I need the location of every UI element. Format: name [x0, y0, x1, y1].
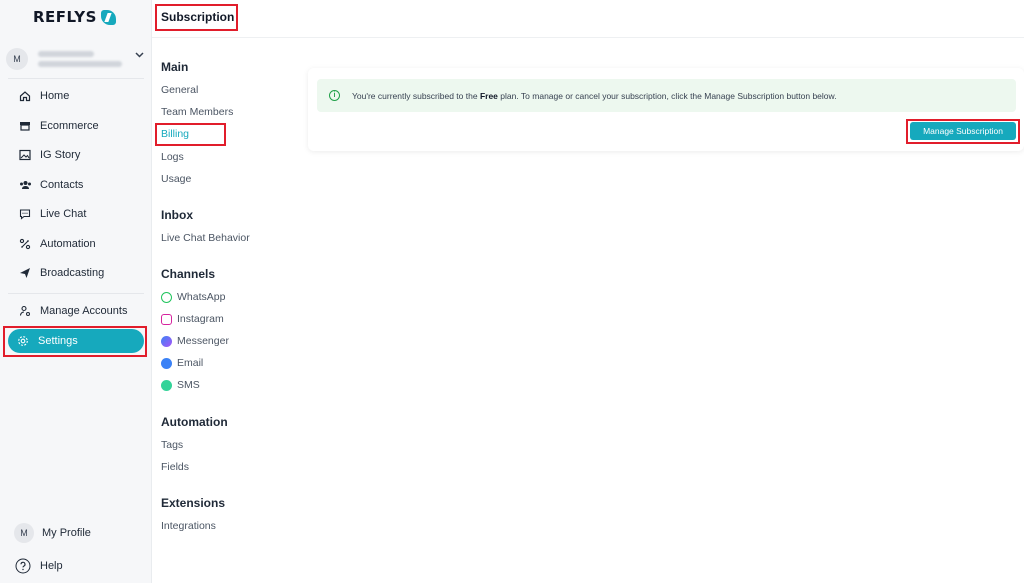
settings-item-team-members[interactable]: Team Members	[161, 106, 233, 118]
settings-item-general[interactable]: General	[161, 84, 198, 96]
sidebar-item-automation[interactable]: Automation	[10, 232, 146, 256]
sidebar-item-label: Contacts	[40, 179, 84, 191]
settings-item-messenger[interactable]: Messenger	[161, 335, 229, 347]
instagram-icon	[161, 313, 172, 325]
sidebar-item-label: Help	[40, 560, 63, 572]
section-title-main: Main	[161, 60, 189, 74]
sidebar-item-my-profile[interactable]: M My Profile	[10, 521, 146, 545]
section-title-channels: Channels	[161, 267, 216, 281]
avatar: M	[6, 48, 28, 70]
sidebar-item-label: My Profile	[42, 527, 91, 539]
account-switcher[interactable]: M	[4, 42, 148, 76]
settings-item-whatsapp[interactable]: WhatsApp	[161, 291, 225, 303]
section-title-inbox: Inbox	[161, 208, 193, 222]
sidebar-item-ecommerce[interactable]: Ecommerce	[10, 114, 146, 138]
help-icon	[14, 557, 32, 575]
settings-item-label: Messenger	[177, 335, 229, 347]
settings-item-tags[interactable]: Tags	[161, 439, 183, 451]
highlight-box	[155, 123, 226, 146]
messenger-icon	[161, 335, 172, 347]
divider	[8, 293, 144, 294]
sidebar-item-label: Home	[40, 90, 70, 102]
image-icon	[18, 148, 32, 162]
sidebar-item-broadcasting[interactable]: Broadcasting	[10, 261, 146, 285]
settings-item-integrations[interactable]: Integrations	[161, 520, 216, 532]
chevron-down-icon[interactable]	[135, 52, 144, 58]
sms-icon	[161, 379, 172, 391]
settings-item-sms[interactable]: SMS	[161, 379, 200, 391]
account-name-redacted	[38, 51, 122, 67]
highlight-box	[3, 326, 147, 357]
settings-item-email[interactable]: Email	[161, 357, 203, 369]
sidebar-item-manage-accounts[interactable]: Manage Accounts	[10, 299, 146, 323]
sidebar-item-ig-story[interactable]: IG Story	[10, 143, 146, 167]
plan-name: Free	[479, 90, 498, 101]
whatsapp-icon	[161, 291, 172, 303]
subscription-alert: i You're currently subscribed to the Fre…	[317, 79, 1016, 112]
sidebar-item-help[interactable]: Help	[10, 554, 146, 578]
sidebar-item-label: IG Story	[40, 149, 81, 161]
settings-item-label: WhatsApp	[177, 291, 226, 303]
divider	[8, 78, 144, 79]
sidebar-item-label: Automation	[40, 238, 96, 250]
chat-icon	[18, 207, 32, 221]
highlight-box	[906, 119, 1020, 144]
sidebar: REFLYS M Home Ecommerce IG Story Contact…	[0, 0, 152, 583]
sidebar-item-live-chat[interactable]: Live Chat	[10, 202, 146, 226]
brand-logo[interactable]: REFLYS	[33, 6, 116, 28]
settings-item-label: SMS	[177, 379, 200, 391]
section-title-extensions: Extensions	[161, 496, 226, 510]
users-icon	[18, 178, 32, 192]
brand-name: REFLYS	[33, 8, 97, 26]
home-icon	[18, 89, 32, 103]
sidebar-item-label: Ecommerce	[40, 120, 99, 132]
settings-item-logs[interactable]: Logs	[161, 151, 184, 163]
store-icon	[18, 119, 32, 133]
sidebar-item-contacts[interactable]: Contacts	[10, 173, 146, 197]
settings-item-instagram[interactable]: Instagram	[161, 313, 224, 325]
sidebar-item-label: Broadcasting	[40, 267, 105, 279]
manage-accounts-icon	[18, 304, 32, 318]
email-icon	[161, 357, 172, 369]
settings-item-live-chat-behavior[interactable]: Live Chat Behavior	[161, 232, 250, 244]
settings-item-label: Instagram	[177, 313, 224, 325]
avatar: M	[14, 523, 34, 543]
settings-item-usage[interactable]: Usage	[161, 173, 191, 185]
automation-icon	[18, 237, 32, 251]
settings-item-fields[interactable]: Fields	[161, 461, 189, 473]
sidebar-item-label: Manage Accounts	[40, 305, 128, 317]
settings-item-label: Email	[177, 357, 204, 369]
info-icon: i	[329, 90, 340, 101]
send-icon	[18, 266, 32, 280]
sidebar-item-label: Live Chat	[40, 208, 87, 220]
section-title-automation: Automation	[161, 415, 228, 429]
alert-text: You're currently subscribed to the Free …	[352, 90, 837, 101]
sidebar-item-home[interactable]: Home	[10, 84, 146, 108]
logo-mark-icon	[100, 9, 116, 25]
